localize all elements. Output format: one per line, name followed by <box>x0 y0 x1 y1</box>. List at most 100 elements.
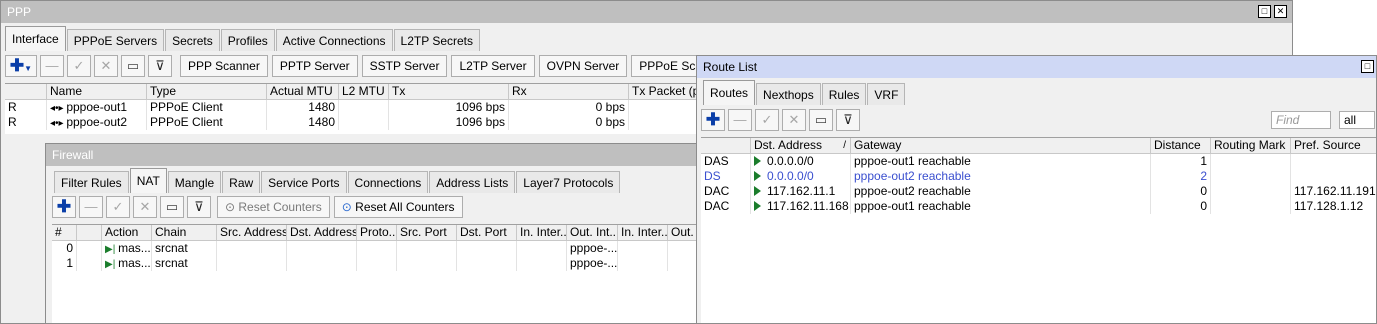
tab-pppoe-servers[interactable]: PPPoE Servers <box>66 29 165 51</box>
col-gateway[interactable]: Gateway <box>851 138 1151 153</box>
find-input[interactable]: Find <box>1271 111 1331 129</box>
remove-icon[interactable]: — <box>728 109 752 131</box>
row-type: PPPoE Client <box>147 100 267 115</box>
add-icon[interactable]: ✚ <box>701 109 725 131</box>
col-type[interactable]: Type <box>147 84 267 99</box>
table-row[interactable]: DS 0.0.0.0/0 pppoe-out2 reachable 2 <box>701 169 1376 184</box>
col-number[interactable]: # <box>52 225 77 240</box>
enable-check-icon[interactable]: ✓ <box>755 109 779 131</box>
comment-icon[interactable]: ▭ <box>809 109 833 131</box>
col-name[interactable]: Name <box>47 84 147 99</box>
add-icon[interactable]: ✚ <box>52 196 76 218</box>
row-number: 1 <box>52 256 77 271</box>
row-cell <box>217 241 287 256</box>
ovpn-server-button[interactable]: OVPN Server <box>538 55 628 77</box>
tab-filter-rules[interactable]: Filter Rules <box>54 171 129 193</box>
route-active-icon <box>754 156 761 166</box>
disable-x-icon[interactable]: ✕ <box>94 55 118 77</box>
table-row[interactable]: 1 ▶| mas... srcnat pppoe-... <box>52 256 704 271</box>
tab-l2tp-secrets[interactable]: L2TP Secrets <box>393 29 480 51</box>
col-chain[interactable]: Chain <box>152 225 217 240</box>
table-row[interactable]: DAC 117.162.11.1 pppoe-out2 reachable 0 … <box>701 184 1376 199</box>
row-dst: 0.0.0.0/0 <box>751 154 851 169</box>
maximize-icon[interactable]: □ <box>1361 60 1374 73</box>
row-cell <box>287 256 357 271</box>
l2tp-server-button[interactable]: L2TP Server <box>451 55 535 77</box>
row-mark <box>1211 169 1291 184</box>
tab-nat[interactable]: NAT <box>129 168 167 193</box>
col-dst-address[interactable]: Dst. Address / <box>751 138 851 153</box>
col-actual-mtu[interactable]: Actual MTU <box>267 84 339 99</box>
tab-secrets[interactable]: Secrets <box>165 29 220 51</box>
ppp-scanner-button[interactable]: PPP Scanner <box>180 55 268 77</box>
row-type: PPPoE Client <box>147 115 267 130</box>
remove-icon[interactable]: — <box>79 196 103 218</box>
route-active-icon <box>754 201 761 211</box>
table-row[interactable]: 0 ▶| mas... srcnat pppoe-... <box>52 241 704 256</box>
row-rx: 0 bps <box>509 115 629 130</box>
col-pref-source[interactable]: Pref. Source <box>1291 138 1376 153</box>
tab-interface[interactable]: Interface <box>5 26 66 51</box>
enable-check-icon[interactable]: ✓ <box>67 55 91 77</box>
add-dropdown-button[interactable]: ✚▼ <box>5 55 37 77</box>
firewall-tabs: Filter Rules NAT Mangle Raw Service Port… <box>54 168 621 193</box>
firewall-titlebar[interactable]: Firewall <box>46 144 704 166</box>
row-flags: DAC <box>701 199 751 214</box>
col-src-port[interactable]: Src. Port <box>397 225 457 240</box>
row-cell <box>397 241 457 256</box>
col-distance[interactable]: Distance <box>1151 138 1211 153</box>
close-icon[interactable]: ✕ <box>1274 5 1287 18</box>
col-action[interactable]: Action <box>102 225 152 240</box>
tab-routes[interactable]: Routes <box>703 80 756 105</box>
reset-all-counters-button[interactable]: ⊙ Reset All Counters <box>333 196 463 218</box>
col-tx[interactable]: Tx <box>389 84 509 99</box>
row-cell <box>517 256 567 271</box>
tab-profiles[interactable]: Profiles <box>220 29 275 51</box>
col-flag[interactable] <box>5 84 47 99</box>
tab-connections[interactable]: Connections <box>347 171 429 193</box>
col-l2-mtu[interactable]: L2 MTU <box>339 84 389 99</box>
row-gateway: pppoe-out2 reachable <box>851 169 1151 184</box>
col-dst-address[interactable]: Dst. Address <box>287 225 357 240</box>
tab-service-ports[interactable]: Service Ports <box>261 171 347 193</box>
filter-icon[interactable]: ⊽ <box>836 109 860 131</box>
col-out-interface[interactable]: Out. Int... <box>567 225 618 240</box>
ppp-titlebar[interactable]: PPP □ ✕ <box>1 1 1292 23</box>
col-flags[interactable] <box>701 138 751 153</box>
col-dst-port[interactable]: Dst. Port <box>457 225 517 240</box>
remove-icon[interactable]: — <box>40 55 64 77</box>
disable-x-icon[interactable]: ✕ <box>782 109 806 131</box>
col-icon[interactable] <box>77 225 102 240</box>
row-flags: DAC <box>701 184 751 199</box>
routes-table: Dst. Address / Gateway Distance Routing M… <box>701 137 1376 323</box>
disable-x-icon[interactable]: ✕ <box>133 196 157 218</box>
col-protocol[interactable]: Proto... <box>357 225 397 240</box>
col-in-interface-list[interactable]: In. Inter... <box>618 225 668 240</box>
tab-mangle[interactable]: Mangle <box>167 171 222 193</box>
maximize-icon[interactable]: □ <box>1258 5 1271 18</box>
reset-counters-button[interactable]: ⊙ Reset Counters <box>217 196 330 218</box>
tab-address-lists[interactable]: Address Lists <box>429 171 516 193</box>
tab-active-connections[interactable]: Active Connections <box>275 29 393 51</box>
comment-icon[interactable]: ▭ <box>121 55 145 77</box>
tab-rules[interactable]: Rules <box>821 83 867 105</box>
pptp-server-button[interactable]: PPTP Server <box>271 55 358 77</box>
tab-raw[interactable]: Raw <box>222 171 261 193</box>
table-row[interactable]: DAS 0.0.0.0/0 pppoe-out1 reachable 1 <box>701 154 1376 169</box>
table-row[interactable]: DAC 117.162.11.168 pppoe-out1 reachable … <box>701 199 1376 214</box>
col-rx[interactable]: Rx <box>509 84 629 99</box>
col-in-interface[interactable]: In. Inter... <box>517 225 567 240</box>
filter-icon[interactable]: ⊽ <box>148 55 172 77</box>
filter-icon[interactable]: ⊽ <box>187 196 211 218</box>
tab-layer7-protocols[interactable]: Layer7 Protocols <box>516 171 621 193</box>
tab-nexthops[interactable]: Nexthops <box>756 83 821 105</box>
col-src-address[interactable]: Src. Address <box>217 225 287 240</box>
tab-vrf[interactable]: VRF <box>867 83 906 105</box>
row-action: ▶| mas... <box>102 241 152 256</box>
col-routing-mark[interactable]: Routing Mark <box>1211 138 1291 153</box>
comment-icon[interactable]: ▭ <box>160 196 184 218</box>
sstp-server-button[interactable]: SSTP Server <box>361 55 448 77</box>
route-list-titlebar[interactable]: Route List □ <box>697 56 1376 78</box>
filter-select[interactable]: all <box>1339 111 1375 129</box>
enable-check-icon[interactable]: ✓ <box>106 196 130 218</box>
